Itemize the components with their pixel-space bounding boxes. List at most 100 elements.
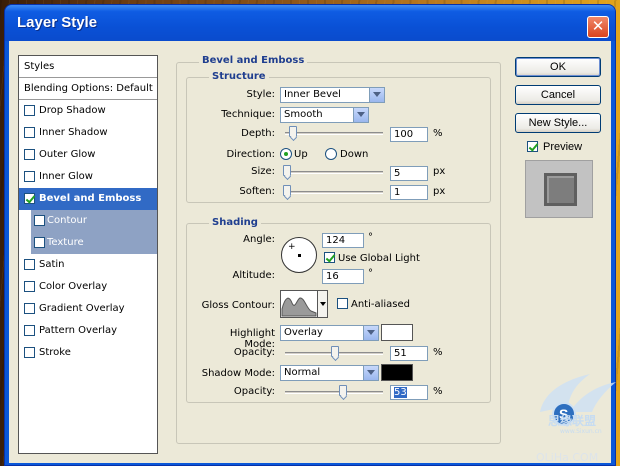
highlight-color-swatch[interactable] xyxy=(381,324,413,341)
contour-curve-icon xyxy=(281,297,317,317)
style-item-label: Gradient Overlay xyxy=(39,303,125,314)
style-item-texture[interactable]: Texture xyxy=(31,232,157,254)
technique-label: Technique: xyxy=(221,109,275,120)
size-slider-thumb[interactable] xyxy=(283,165,291,176)
watermark-brand: 思缘联盟 xyxy=(548,414,597,428)
style-item-checkbox[interactable] xyxy=(24,149,35,160)
shadow-opacity-label: Opacity: xyxy=(233,386,275,397)
highlight-opacity-thumb[interactable] xyxy=(331,346,339,357)
style-item-checkbox[interactable] xyxy=(24,193,35,204)
style-item-satin[interactable]: Satin xyxy=(19,254,157,276)
style-item-checkbox[interactable] xyxy=(24,325,35,336)
shadow-opacity-input[interactable]: 53 xyxy=(390,385,428,400)
style-item-label: Outer Glow xyxy=(39,149,96,160)
size-label: Size: xyxy=(251,166,275,177)
style-item-pattern-overlay[interactable]: Pattern Overlay xyxy=(19,320,157,342)
style-label: Style: xyxy=(246,89,276,100)
shadow-mode-select[interactable]: Normal xyxy=(280,365,379,381)
style-item-checkbox[interactable] xyxy=(24,347,35,358)
style-item-stroke[interactable]: Stroke xyxy=(19,342,157,364)
direction-down-label: Down xyxy=(340,149,369,160)
style-item-inner-shadow[interactable]: Inner Shadow xyxy=(19,122,157,144)
size-input[interactable]: 5 xyxy=(390,166,428,181)
style-item-checkbox[interactable] xyxy=(34,237,45,248)
style-item-label: Texture xyxy=(47,237,84,248)
style-item-label: Bevel and Emboss xyxy=(39,193,142,204)
preview-checkbox[interactable] xyxy=(527,141,538,152)
chevron-down-icon xyxy=(363,366,378,380)
watermark-site: OLiHa.COM xyxy=(536,451,599,464)
soften-input[interactable]: 1 xyxy=(390,185,428,200)
highlight-opacity-unit: % xyxy=(433,347,443,358)
technique-select[interactable]: Smooth xyxy=(280,107,369,123)
style-item-checkbox[interactable] xyxy=(24,281,35,292)
highlight-opacity-label: Opacity: xyxy=(233,347,275,358)
style-item-bevel-and-emboss[interactable]: Bevel and Emboss xyxy=(19,188,157,210)
style-item-outer-glow[interactable]: Outer Glow xyxy=(19,144,157,166)
cancel-button[interactable]: Cancel xyxy=(515,85,601,105)
style-item-checkbox[interactable] xyxy=(34,215,45,226)
style-item-label: Inner Shadow xyxy=(39,127,108,138)
depth-slider-track[interactable] xyxy=(285,132,383,135)
shadow-opacity-value: 53 xyxy=(394,387,407,398)
preview-thumbnail xyxy=(525,160,593,218)
altitude-unit: ° xyxy=(368,268,373,279)
shadow-opacity-thumb[interactable] xyxy=(339,385,347,396)
depth-label: Depth: xyxy=(241,128,275,139)
style-item-checkbox[interactable] xyxy=(24,259,35,270)
style-item-label: Drop Shadow xyxy=(39,105,106,116)
depth-input[interactable]: 100 xyxy=(390,127,428,142)
crosshair-icon: + xyxy=(288,242,296,252)
ok-button[interactable]: OK xyxy=(515,57,601,77)
preview-bevel-swatch xyxy=(544,173,577,206)
angle-dial[interactable]: + xyxy=(281,237,317,273)
gloss-contour-dropdown[interactable] xyxy=(317,290,328,318)
soften-slider-thumb[interactable] xyxy=(283,185,291,196)
preview-label: Preview xyxy=(543,141,583,153)
anti-aliased-checkbox[interactable] xyxy=(337,298,348,309)
soften-slider-track[interactable] xyxy=(285,191,383,194)
style-item-checkbox[interactable] xyxy=(24,171,35,182)
highlight-mode-select[interactable]: Overlay xyxy=(280,325,379,341)
anti-aliased-label: Anti-aliased xyxy=(351,299,411,310)
angle-label: Angle: xyxy=(243,234,275,245)
altitude-label: Altitude: xyxy=(232,270,275,281)
style-select[interactable]: Inner Bevel xyxy=(280,87,385,103)
use-global-light-label: Use Global Light xyxy=(338,253,420,264)
new-style-button[interactable]: New Style... xyxy=(515,113,601,133)
style-item-checkbox[interactable] xyxy=(24,105,35,116)
angle-input[interactable]: 124 xyxy=(322,233,364,248)
shadow-opacity-track[interactable] xyxy=(285,391,383,394)
soften-unit: px xyxy=(433,186,446,197)
style-select-value: Inner Bevel xyxy=(284,89,341,100)
style-item-label: Color Overlay xyxy=(39,281,108,292)
gloss-contour-picker[interactable] xyxy=(280,290,318,318)
style-item-inner-glow[interactable]: Inner Glow xyxy=(19,166,157,188)
style-item-gradient-overlay[interactable]: Gradient Overlay xyxy=(19,298,157,320)
chevron-down-icon xyxy=(353,108,368,122)
blending-options[interactable]: Blending Options: Default xyxy=(19,78,157,100)
shadow-color-swatch[interactable] xyxy=(381,364,413,381)
use-global-light-checkbox[interactable] xyxy=(324,252,335,263)
styles-header[interactable]: Styles xyxy=(19,56,157,78)
soften-label: Soften: xyxy=(239,186,275,197)
shading-title: Shading xyxy=(209,217,261,228)
style-item-checkbox[interactable] xyxy=(24,127,35,138)
chevron-down-icon xyxy=(363,326,378,340)
depth-unit: % xyxy=(433,128,443,139)
close-icon[interactable]: ✕ xyxy=(587,16,609,38)
direction-up-radio[interactable] xyxy=(280,148,292,160)
style-item-checkbox[interactable] xyxy=(24,303,35,314)
title-bar[interactable]: Layer Style ✕ xyxy=(5,5,615,41)
shadow-opacity-unit: % xyxy=(433,386,443,397)
highlight-opacity-input[interactable]: 51 xyxy=(390,346,428,361)
style-item-label: Satin xyxy=(39,259,65,270)
style-item-label: Contour xyxy=(47,215,87,226)
direction-down-radio[interactable] xyxy=(325,148,337,160)
style-item-contour[interactable]: Contour xyxy=(31,210,157,232)
style-item-drop-shadow[interactable]: Drop Shadow xyxy=(19,100,157,122)
style-item-color-overlay[interactable]: Color Overlay xyxy=(19,276,157,298)
depth-slider-thumb[interactable] xyxy=(289,126,297,137)
altitude-input[interactable]: 16 xyxy=(322,269,364,284)
size-slider-track[interactable] xyxy=(285,171,383,174)
